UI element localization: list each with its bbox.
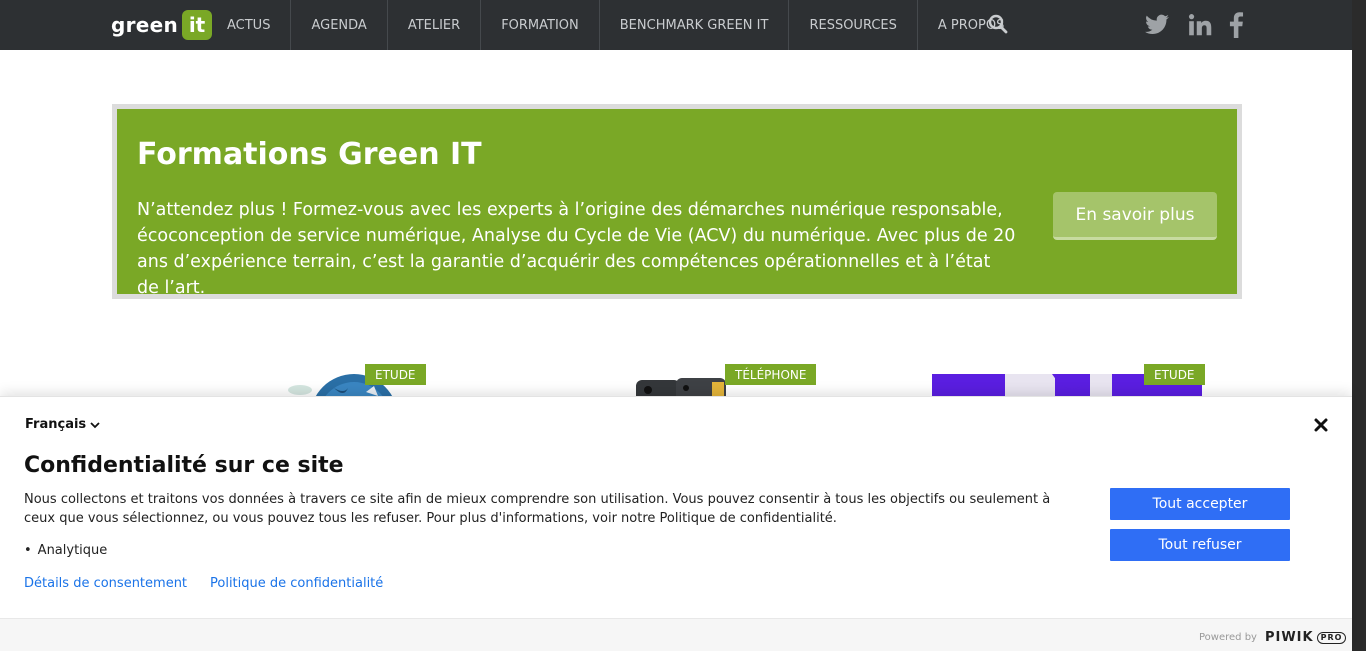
- piwik-pro-logo[interactable]: PIWIK PRO: [1264, 630, 1347, 645]
- card-tag-etude-2[interactable]: ETUDE: [1144, 364, 1205, 385]
- nav-item-atelier[interactable]: ATELIER: [388, 0, 482, 50]
- nav-item-actus[interactable]: ACTUS: [207, 0, 292, 50]
- close-icon[interactable]: [1313, 417, 1329, 433]
- accept-all-button[interactable]: Tout accepter: [1110, 488, 1290, 520]
- privacy-policy-link[interactable]: Politique de confidentialité: [210, 576, 383, 591]
- nav-item-ressources[interactable]: RESSOURCES: [789, 0, 918, 50]
- purpose-label: Analytique: [37, 543, 108, 558]
- formation-banner: Formations Green IT N’attendez plus ! Fo…: [112, 104, 1242, 299]
- facebook-icon[interactable]: [1228, 12, 1244, 38]
- language-select[interactable]: Français: [25, 417, 100, 432]
- nav-item-agenda[interactable]: AGENDA: [291, 0, 388, 50]
- chevron-down-icon: [90, 421, 100, 428]
- powered-by: Powered by PIWIK PRO: [1199, 630, 1347, 645]
- consent-details-link[interactable]: Détails de consentement: [24, 576, 187, 591]
- search-icon[interactable]: [988, 14, 1008, 34]
- banner-body: Formations Green IT N’attendez plus ! Fo…: [117, 109, 1237, 298]
- consent-text: Nous collectons et traitons vos données …: [24, 492, 1051, 526]
- refuse-all-button[interactable]: Tout refuser: [1110, 529, 1290, 561]
- scrollbar[interactable]: [1352, 0, 1366, 651]
- consent-dialog: Français Confidentialité sur ce site Nou…: [0, 396, 1352, 651]
- nav-menu: ACTUS AGENDA ATELIER FORMATION BENCHMARK…: [207, 0, 1024, 50]
- card-tag-etude-1[interactable]: ETUDE: [365, 364, 426, 385]
- logo-text: green: [111, 13, 179, 37]
- piwik-brand: PIWIK: [1264, 630, 1314, 645]
- consent-title: Confidentialité sur ce site: [24, 453, 344, 478]
- site-logo[interactable]: green it: [111, 10, 213, 40]
- banner-title: Formations Green IT: [137, 137, 482, 172]
- banner-text: N’attendez plus ! Formez-vous avec les e…: [137, 200, 1016, 298]
- nav-item-formation[interactable]: FORMATION: [481, 0, 600, 50]
- powered-by-label: Powered by: [1199, 632, 1257, 643]
- language-label: Français: [25, 417, 87, 432]
- twitter-icon[interactable]: [1144, 12, 1170, 38]
- card-tag-telephone[interactable]: TÉLÉPHONE: [725, 364, 817, 385]
- pro-badge: PRO: [1316, 631, 1347, 644]
- nav-item-a-propos[interactable]: A PROPOS: [918, 0, 1024, 50]
- en-savoir-plus-button[interactable]: En savoir plus: [1053, 192, 1217, 240]
- linkedin-icon[interactable]: [1187, 12, 1213, 38]
- consent-purpose-item: • Analytique: [24, 543, 107, 558]
- top-navigation: green it ACTUS AGENDA ATELIER FORMATION …: [0, 0, 1352, 50]
- bullet-icon: •: [24, 543, 32, 558]
- consent-footer: Powered by PIWIK PRO: [0, 618, 1352, 651]
- nav-item-benchmark[interactable]: BENCHMARK GREEN IT: [600, 0, 790, 50]
